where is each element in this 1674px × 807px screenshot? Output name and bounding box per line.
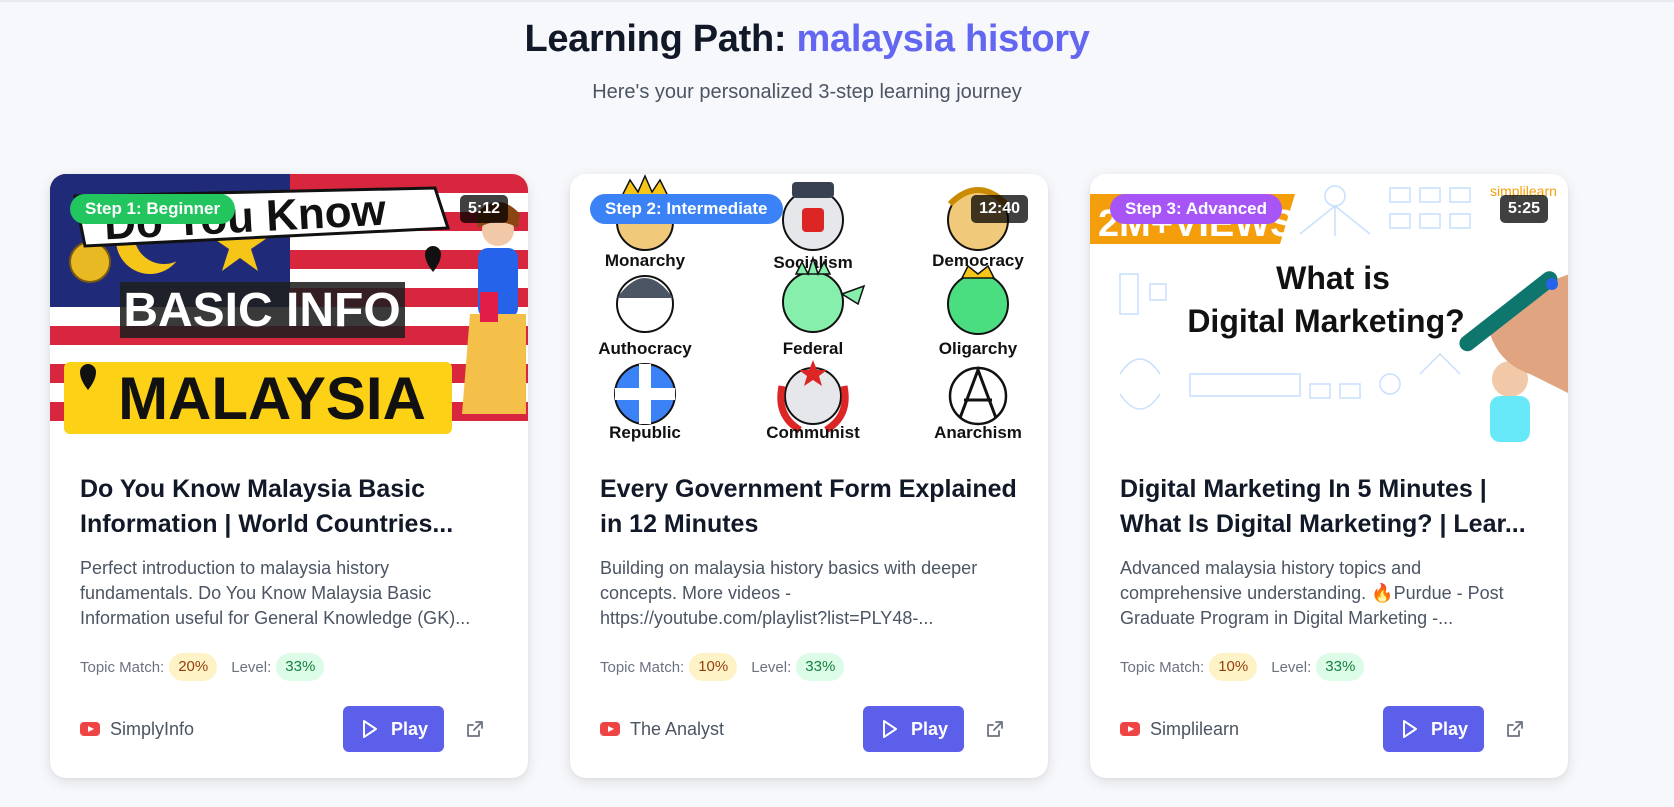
gov-label: Republic: [609, 423, 681, 442]
duration-badge: 12:40: [971, 195, 1028, 223]
duration-badge: 5:12: [459, 195, 508, 223]
video-description: Building on malaysia history basics with…: [600, 558, 978, 628]
youtube-icon: [1120, 722, 1140, 736]
play-button[interactable]: Play: [862, 706, 964, 752]
video-thumbnail[interactable]: Monarchy Socialism Democracy Authocracy …: [570, 174, 1048, 442]
topic-match-badge: 10%: [1209, 653, 1258, 681]
play-icon: [1402, 720, 1417, 738]
external-link-icon[interactable]: [972, 706, 1018, 752]
youtube-icon: [80, 722, 100, 736]
play-icon: [362, 720, 377, 738]
video-card-step-3[interactable]: 2M+VIEWS simplilearn What is Digital Mar…: [1090, 174, 1568, 778]
video-card-step-2[interactable]: Monarchy Socialism Democracy Authocracy …: [570, 174, 1048, 778]
level-label: Level:: [751, 658, 792, 676]
gov-label: Oligarchy: [939, 339, 1018, 358]
channel-name: Simplilearn: [1150, 718, 1240, 739]
gov-label: Anarchism: [934, 423, 1022, 442]
video-card-step-1[interactable]: Do You Know BASIC INFO MALAYSIA Step 1: …: [50, 174, 528, 778]
level-badge: 33%: [1316, 653, 1365, 681]
page-subtitle: Here's your personalized 3-step learning…: [592, 81, 1022, 103]
thumb-text-1: What is: [1276, 260, 1390, 296]
title-prefix: Learning Path:: [524, 18, 787, 60]
thumb-text-2: BASIC INFO: [123, 284, 400, 337]
thumb-text-3: MALAYSIA: [118, 365, 426, 432]
gov-label: Communist: [766, 423, 860, 442]
video-stats: Topic Match: 20% Level: 33%: [80, 652, 498, 682]
play-label: Play: [390, 718, 428, 739]
page-header: Learning Path: malaysia history Here's y…: [0, 18, 1614, 104]
topic-match-badge: 10%: [689, 653, 738, 681]
thumb-text-2: Digital Marketing?: [1187, 303, 1464, 339]
title-topic: malaysia history: [796, 18, 1090, 60]
video-description: Perfect introduction to malaysia history…: [80, 558, 471, 628]
video-stats: Topic Match: 10% Level: 33%: [1120, 652, 1538, 682]
video-title[interactable]: Do You Know Malaysia Basic Information |…: [80, 472, 498, 542]
channel-name: SimplyInfo: [110, 718, 195, 739]
video-thumbnail[interactable]: 2M+VIEWS simplilearn What is Digital Mar…: [1090, 174, 1568, 442]
level-label: Level:: [231, 658, 272, 676]
channel-name: The Analyst: [630, 718, 725, 739]
channel-info: SimplyInfo: [80, 719, 343, 740]
video-title[interactable]: Digital Marketing In 5 Minutes | What Is…: [1120, 472, 1538, 542]
page-title: Learning Path: malaysia history: [0, 18, 1614, 61]
youtube-icon: [600, 722, 620, 736]
step-badge: Step 2: Intermediate: [590, 194, 783, 224]
play-label: Play: [910, 718, 948, 739]
level-badge: 33%: [276, 653, 325, 681]
gov-label: Federal: [783, 339, 843, 358]
step-badge: Step 3: Advanced: [1110, 194, 1283, 224]
duration-badge: 5:25: [1499, 195, 1548, 223]
top-divider: [0, 0, 1674, 2]
play-button[interactable]: Play: [342, 706, 444, 752]
video-description: Advanced malaysia history topics and com…: [1120, 558, 1504, 628]
video-thumbnail[interactable]: Do You Know BASIC INFO MALAYSIA Step 1: …: [50, 174, 528, 442]
step-badge: Step 1: Beginner: [70, 194, 236, 224]
external-link-icon[interactable]: [1492, 706, 1538, 752]
gov-label: Authocracy: [598, 339, 692, 358]
video-title[interactable]: Every Government Form Explained in 12 Mi…: [600, 472, 1018, 542]
level-badge: 33%: [796, 653, 845, 681]
play-label: Play: [1430, 718, 1468, 739]
play-button[interactable]: Play: [1382, 706, 1484, 752]
external-link-icon[interactable]: [452, 706, 498, 752]
play-icon: [882, 720, 897, 738]
channel-info: Simplilearn: [1120, 719, 1383, 740]
topic-match-label: Topic Match:: [600, 658, 685, 676]
level-label: Level:: [1271, 658, 1312, 676]
topic-match-label: Topic Match:: [1120, 658, 1205, 676]
gov-label: Monarchy: [605, 251, 686, 270]
topic-match-label: Topic Match:: [80, 658, 165, 676]
channel-info: The Analyst: [600, 719, 863, 740]
video-stats: Topic Match: 10% Level: 33%: [600, 652, 1018, 682]
gov-label: Democracy: [932, 251, 1024, 270]
topic-match-badge: 20%: [169, 653, 218, 681]
